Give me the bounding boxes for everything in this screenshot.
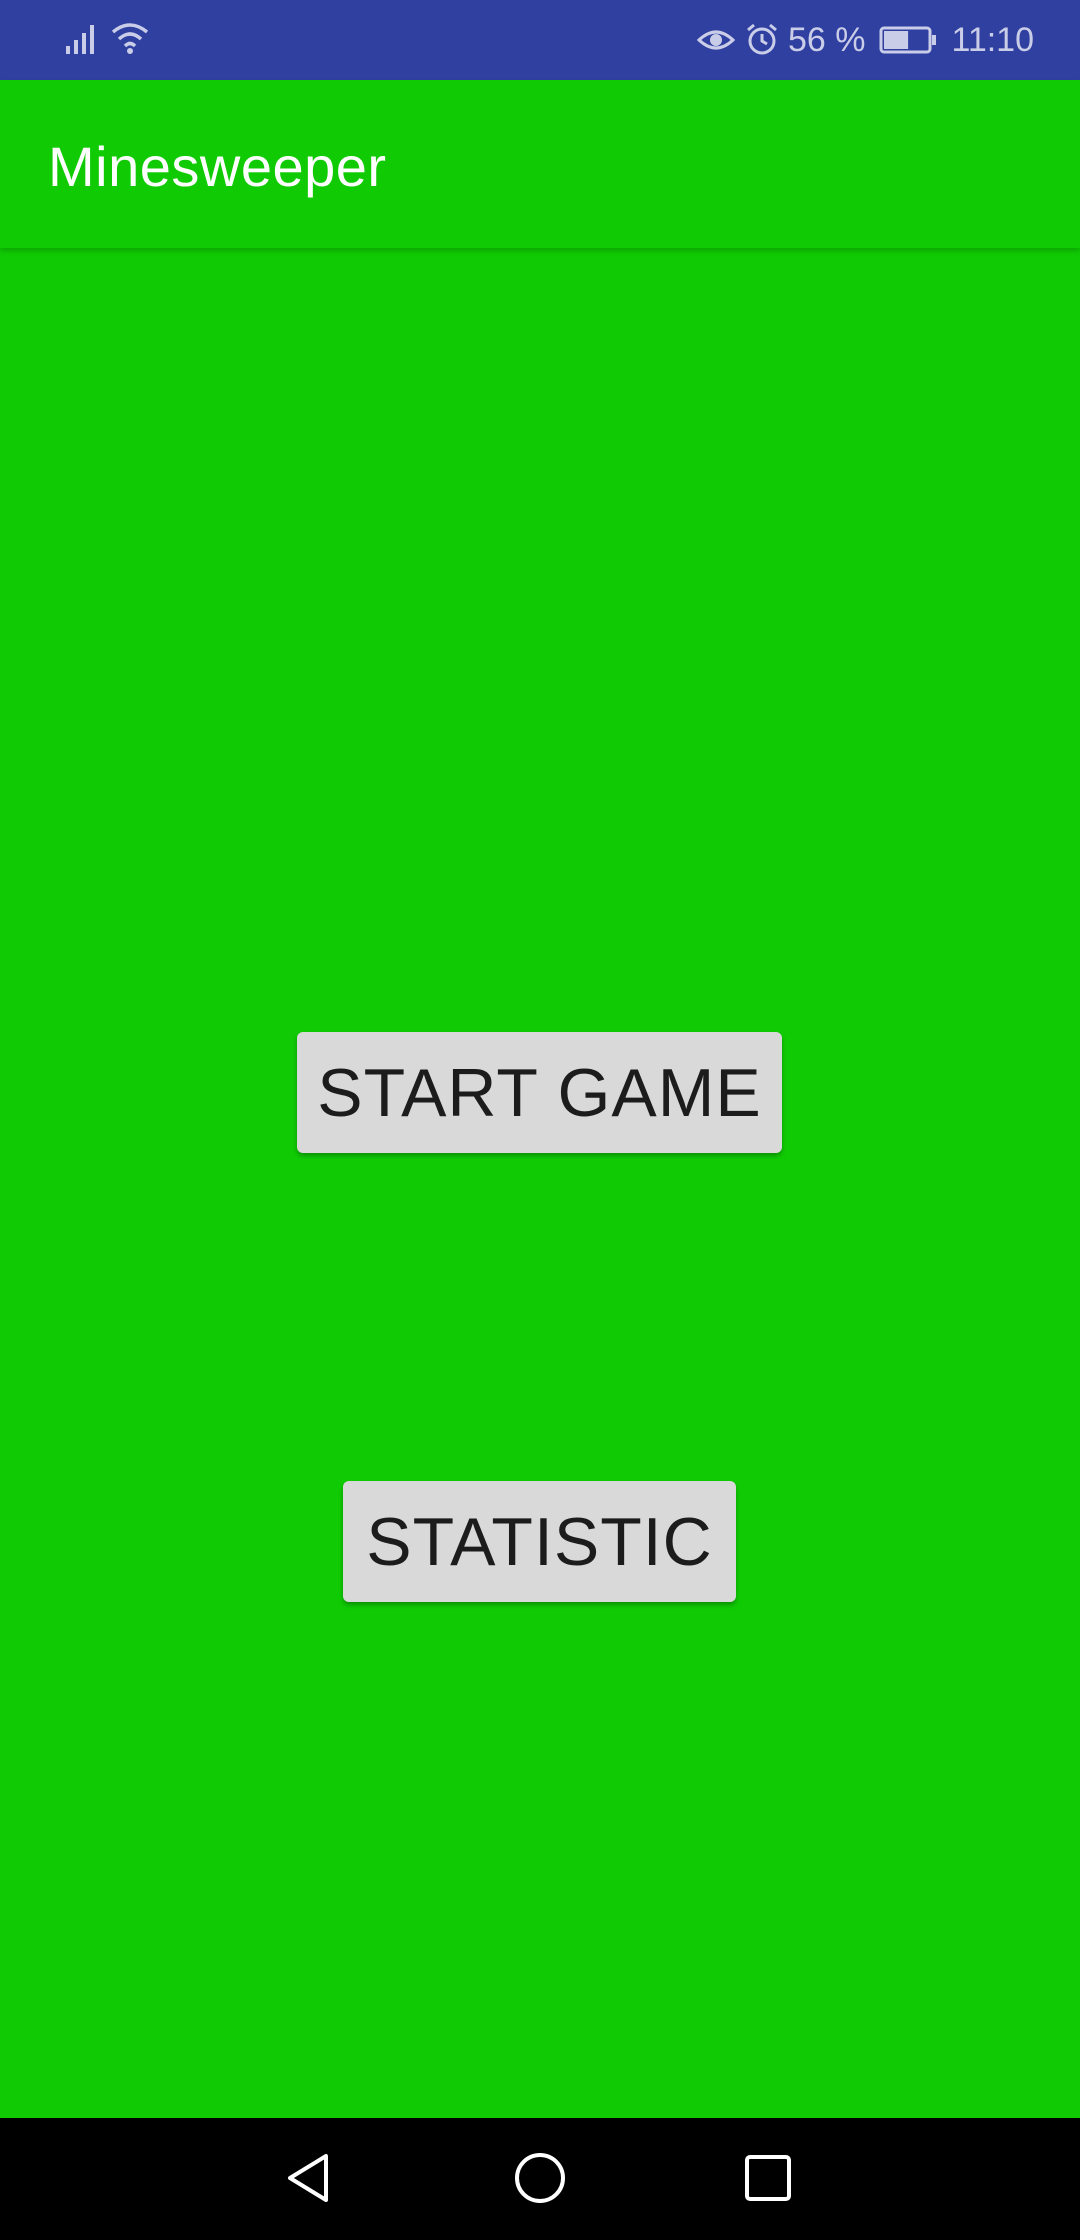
battery-icon [879,25,937,55]
recents-icon [740,2150,796,2211]
status-left [64,20,150,56]
wifi-icon [110,20,150,56]
statistic-button[interactable]: STATISTIC [343,1481,736,1602]
signal-icon [64,20,100,56]
battery-percent: 56 % [787,20,866,59]
navigation-bar [0,2118,1080,2240]
eye-icon [696,22,736,58]
home-button[interactable] [508,2148,572,2212]
back-button[interactable] [278,2148,342,2212]
alarm-icon [744,22,780,58]
recents-button[interactable] [736,2148,800,2212]
clock: 11:10 [951,20,1034,59]
app-title: Minesweeper [48,135,387,198]
app-bar: Minesweeper [0,80,1080,248]
start-game-button[interactable]: START GAME [297,1032,782,1153]
screen: 56 % 11:10 Minesweeper START GAME STATIS… [0,0,1080,2240]
status-right: 56 % 11:10 [696,16,1034,64]
back-icon [282,2150,338,2211]
home-icon [512,2150,568,2211]
status-bar: 56 % 11:10 [0,0,1080,80]
